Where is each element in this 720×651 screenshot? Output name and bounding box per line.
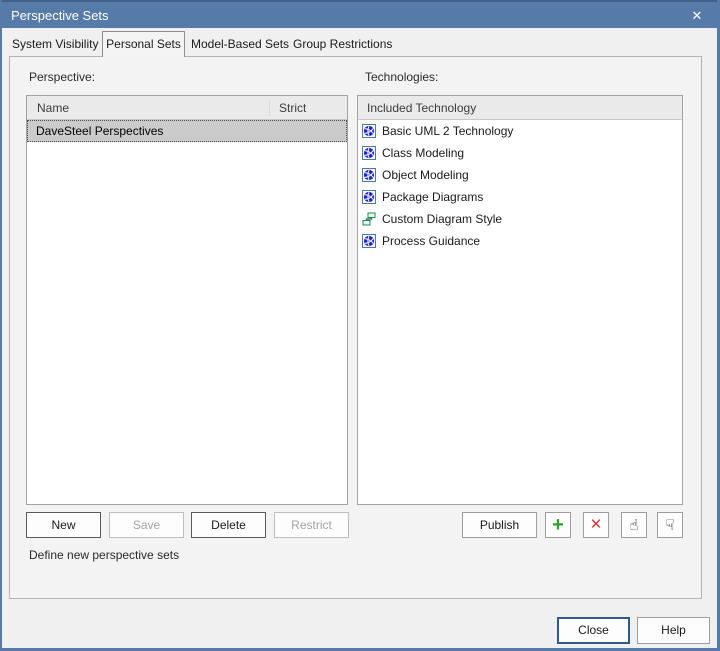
list-item-technology[interactable]: Process Guidance bbox=[358, 230, 682, 252]
publish-button[interactable]: Publish bbox=[462, 512, 537, 538]
delete-button[interactable]: Delete bbox=[191, 512, 266, 538]
column-header-strict: Strict bbox=[269, 99, 347, 116]
technology-label: Basic UML 2 Technology bbox=[382, 124, 514, 138]
list-item-technology[interactable]: Basic UML 2 Technology bbox=[358, 120, 682, 142]
close-button[interactable]: Close bbox=[557, 617, 630, 644]
technology-label: Class Modeling bbox=[382, 146, 465, 160]
mdg-technology-icon bbox=[362, 124, 376, 138]
list-item-technology[interactable]: Class Modeling bbox=[358, 142, 682, 164]
column-header-included-technology: Included Technology bbox=[367, 100, 477, 115]
list-item-technology[interactable]: Package Diagrams bbox=[358, 186, 682, 208]
move-up-button[interactable]: ☝ bbox=[621, 512, 647, 538]
column-header-name: Name bbox=[37, 100, 70, 115]
list-item-perspective-set[interactable]: DaveSteel Perspectives bbox=[27, 120, 347, 142]
mdg-technology-icon bbox=[362, 190, 376, 204]
list-item-technology[interactable]: Object Modeling bbox=[358, 164, 682, 186]
mdg-technology-icon bbox=[362, 234, 376, 248]
close-icon[interactable]: ✕ bbox=[686, 5, 708, 27]
save-button: Save bbox=[109, 512, 184, 538]
dialog-title: Perspective Sets bbox=[11, 7, 109, 23]
plus-icon: + bbox=[552, 514, 564, 536]
help-button[interactable]: Help bbox=[637, 617, 710, 644]
hand-up-icon: ☝ bbox=[629, 517, 639, 534]
add-technology-button[interactable]: + bbox=[545, 512, 571, 538]
hand-down-icon: ☟ bbox=[665, 517, 675, 534]
technologies-list-header: Included Technology bbox=[358, 96, 682, 120]
technologies-list[interactable]: Included Technology Basic UML 2 Technolo… bbox=[357, 95, 683, 505]
diagram-style-icon bbox=[362, 212, 376, 226]
list-item-technology[interactable]: Custom Diagram Style bbox=[358, 208, 682, 230]
perspective-list-header: Name Strict bbox=[27, 96, 347, 120]
mdg-technology-icon bbox=[362, 146, 376, 160]
tab-model-based-sets[interactable]: Model-Based Sets bbox=[191, 34, 289, 55]
status-hint-text: Define new perspective sets bbox=[29, 548, 180, 562]
technology-label: Custom Diagram Style bbox=[382, 212, 503, 226]
perspective-sets-dialog: Perspective Sets ✕ System Visibility Per… bbox=[0, 0, 720, 651]
tab-personal-sets[interactable]: Personal Sets bbox=[102, 31, 185, 57]
perspective-list[interactable]: Name Strict DaveSteel Perspectives bbox=[26, 95, 348, 505]
red-cross-icon: ✕ bbox=[589, 516, 603, 533]
restrict-button: Restrict bbox=[274, 512, 349, 538]
move-down-button[interactable]: ☟ bbox=[657, 512, 683, 538]
technology-label: Process Guidance bbox=[382, 234, 481, 248]
tab-group-restrictions[interactable]: Group Restrictions bbox=[293, 34, 392, 55]
technology-label: Package Diagrams bbox=[382, 190, 484, 204]
technology-label: Object Modeling bbox=[382, 168, 469, 182]
mdg-technology-icon bbox=[362, 168, 376, 182]
technologies-list-label: Technologies: bbox=[365, 70, 439, 84]
title-bar: Perspective Sets ✕ bbox=[2, 0, 717, 28]
new-button[interactable]: New bbox=[26, 512, 101, 538]
personal-sets-tab-page: Perspective: Technologies: Name Strict D… bbox=[9, 56, 702, 599]
remove-technology-button[interactable]: ✕ bbox=[583, 512, 609, 538]
perspective-list-label: Perspective: bbox=[29, 70, 96, 84]
tab-system-visibility[interactable]: System Visibility bbox=[12, 34, 98, 55]
